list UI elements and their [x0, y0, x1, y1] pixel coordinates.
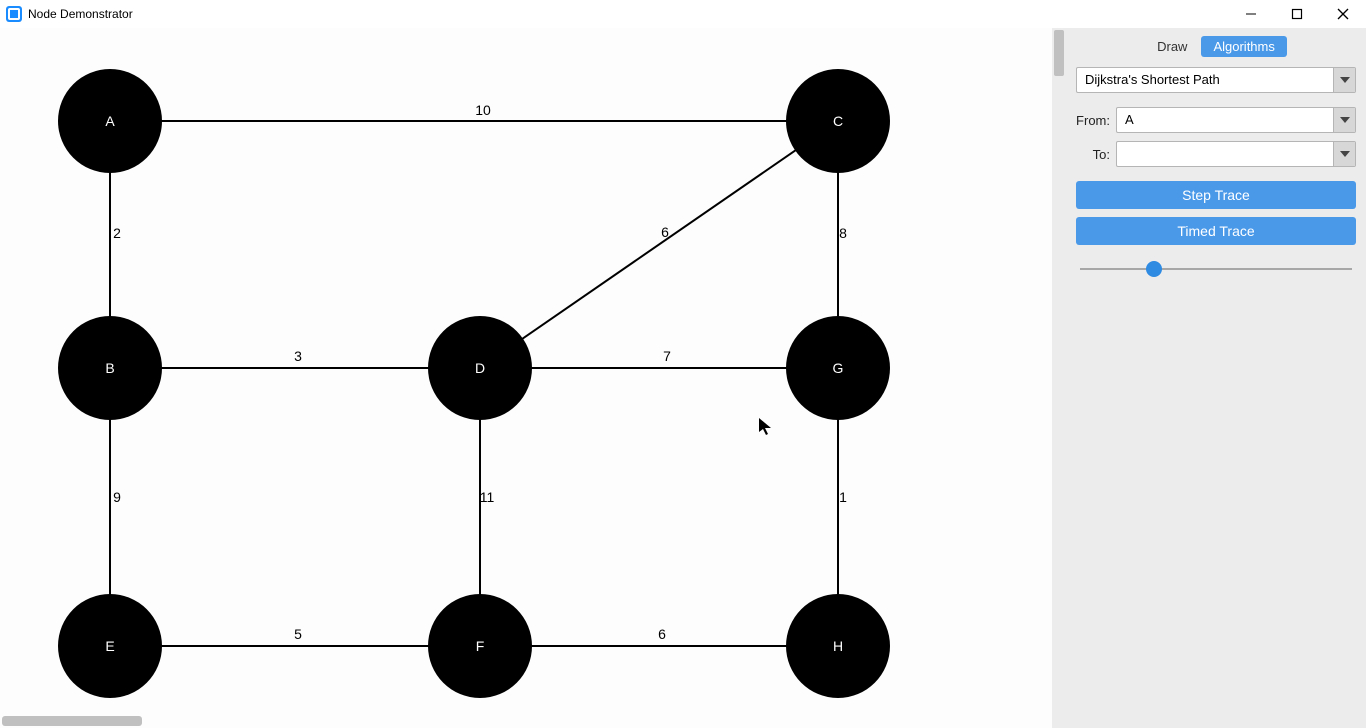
tab-draw[interactable]: Draw — [1145, 36, 1199, 57]
edge-weight: 2 — [113, 225, 121, 241]
edge-weight: 6 — [661, 224, 669, 240]
close-button[interactable] — [1320, 0, 1366, 28]
edge-weight: 3 — [294, 348, 302, 364]
chevron-down-icon — [1333, 108, 1355, 132]
node-label: A — [105, 113, 115, 129]
minimize-icon — [1245, 8, 1257, 20]
window-controls — [1228, 0, 1366, 28]
node-label: B — [105, 360, 114, 376]
step-trace-button[interactable]: Step Trace — [1076, 181, 1356, 209]
graph-canvas[interactable]: 1028637911156ACBDGEFH — [0, 28, 1052, 728]
vertical-scrollbar-thumb[interactable] — [1054, 30, 1064, 76]
edge-weight: 6 — [658, 626, 666, 642]
to-select-value — [1117, 142, 1333, 166]
maximize-button[interactable] — [1274, 0, 1320, 28]
edge-weight: 10 — [475, 102, 491, 118]
node-label: D — [475, 360, 485, 376]
tab-algorithms[interactable]: Algorithms — [1201, 36, 1286, 57]
slider-thumb[interactable] — [1146, 261, 1162, 277]
edge-weight: 8 — [839, 225, 847, 241]
node-label: F — [476, 638, 485, 654]
close-icon — [1337, 8, 1349, 20]
edge-weight: 11 — [480, 489, 495, 505]
edge-weight: 1 — [839, 489, 847, 505]
node-label: G — [833, 360, 844, 376]
algorithm-select[interactable]: Dijkstra's Shortest Path — [1076, 67, 1356, 93]
node-label: H — [833, 638, 843, 654]
minimize-button[interactable] — [1228, 0, 1274, 28]
graph-edge[interactable] — [480, 121, 838, 368]
edge-weight: 9 — [113, 489, 121, 505]
speed-slider[interactable] — [1076, 259, 1356, 279]
vertical-scrollbar[interactable] — [1052, 28, 1066, 728]
from-select[interactable]: A — [1116, 107, 1356, 133]
window-title: Node Demonstrator — [28, 7, 133, 21]
from-row: From: A — [1076, 107, 1356, 133]
edge-weight: 7 — [663, 348, 671, 364]
chevron-down-icon — [1333, 142, 1355, 166]
maximize-icon — [1291, 8, 1303, 20]
slider-track — [1080, 268, 1352, 270]
client-area: 1028637911156ACBDGEFH Draw Algorithms Di… — [0, 28, 1366, 728]
sidebar: Draw Algorithms Dijkstra's Shortest Path… — [1066, 28, 1366, 728]
timed-trace-button[interactable]: Timed Trace — [1076, 217, 1356, 245]
node-label: E — [105, 638, 114, 654]
node-label: C — [833, 113, 843, 129]
titlebar: Node Demonstrator — [0, 0, 1366, 28]
to-row: To: — [1076, 141, 1356, 167]
algorithm-row: Dijkstra's Shortest Path — [1076, 67, 1356, 93]
to-label: To: — [1076, 147, 1116, 162]
app-icon — [6, 6, 22, 22]
edge-weight: 5 — [294, 626, 302, 642]
to-select[interactable] — [1116, 141, 1356, 167]
from-select-value: A — [1117, 108, 1333, 132]
algorithm-select-value: Dijkstra's Shortest Path — [1077, 68, 1333, 92]
chevron-down-icon — [1333, 68, 1355, 92]
mode-tabs: Draw Algorithms — [1076, 36, 1356, 57]
horizontal-scrollbar[interactable] — [2, 716, 142, 726]
from-label: From: — [1076, 113, 1116, 128]
